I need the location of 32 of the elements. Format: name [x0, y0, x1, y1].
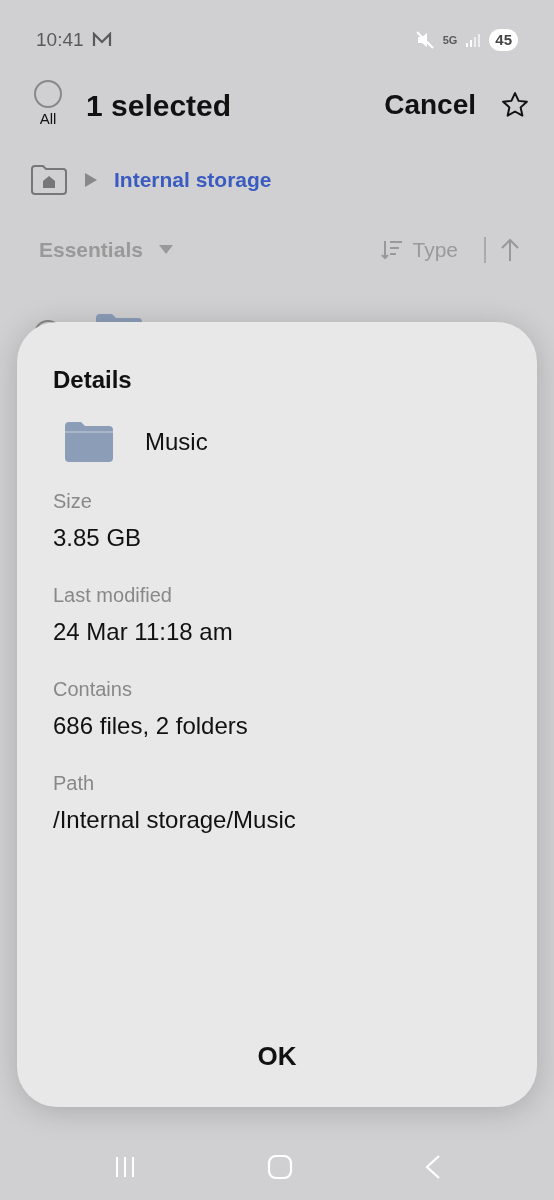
signal-icon	[465, 32, 482, 48]
folder-icon	[65, 422, 113, 462]
home-icon[interactable]	[267, 1154, 293, 1180]
field-label: Last modified	[53, 583, 173, 608]
arrow-up-icon[interactable]	[500, 238, 520, 262]
clock-time: 10:41	[36, 27, 84, 52]
field-value: 24 Mar 11:18 am	[53, 617, 234, 647]
mute-icon	[414, 30, 435, 50]
battery-level: 45	[489, 28, 518, 52]
star-icon[interactable]	[500, 90, 530, 120]
cancel-button[interactable]: Cancel	[384, 84, 476, 126]
selection-title: 1 selected	[86, 87, 232, 124]
ok-button[interactable]: OK	[251, 1036, 303, 1077]
breadcrumb-link[interactable]: Internal storage	[114, 164, 272, 196]
field-label: Contains	[53, 677, 133, 702]
select-all-label: All	[39, 108, 57, 129]
chevron-icon	[84, 172, 98, 188]
item-name: Music	[144, 427, 208, 457]
recent-apps-icon[interactable]	[113, 1155, 137, 1179]
field-value: /Internal storage/Music	[53, 805, 297, 835]
home-folder-icon[interactable]	[30, 164, 68, 196]
select-all-checkbox[interactable]	[34, 79, 62, 108]
field-label: Size	[53, 489, 93, 514]
dropdown-caret-icon[interactable]	[158, 245, 173, 255]
field-value: 3.85 GB	[53, 523, 143, 553]
field-label: Path	[53, 771, 96, 796]
back-icon[interactable]	[423, 1154, 441, 1180]
sort-icon[interactable]	[380, 239, 405, 261]
mail-icon	[91, 32, 112, 48]
network-label: 5G	[442, 32, 458, 48]
dialog-title: Details	[53, 365, 133, 395]
field-value: 686 files, 2 folders	[53, 711, 249, 741]
